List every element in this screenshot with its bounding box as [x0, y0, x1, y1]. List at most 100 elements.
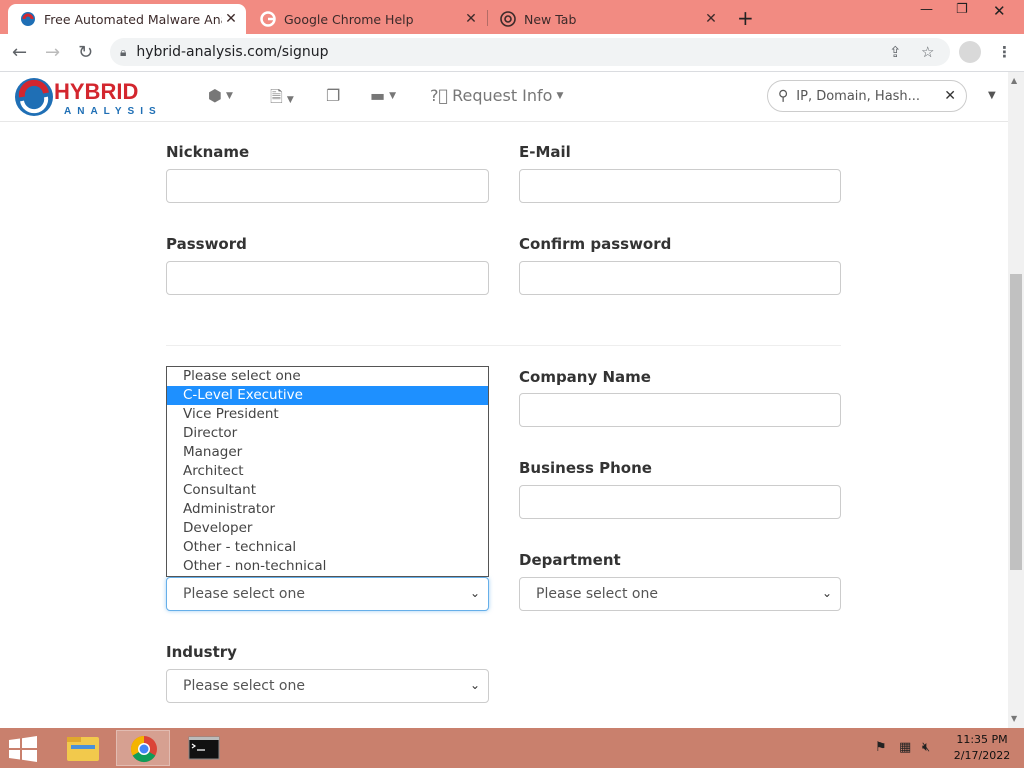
minimize-icon[interactable]: — — [920, 2, 933, 17]
tab-title: Google Chrome Help — [284, 11, 414, 27]
terminal-icon — [188, 736, 220, 760]
taskbar-file-explorer[interactable] — [56, 730, 110, 766]
chevron-down-icon: ⌄ — [469, 586, 480, 600]
lock-icon: 🔒︎ — [120, 44, 127, 59]
caret-down-icon: ▼ — [286, 94, 294, 105]
taskbar-chrome[interactable] — [116, 730, 170, 766]
nickname-label: Nickname — [166, 143, 250, 161]
copy-files-icon: ❐ — [326, 86, 341, 105]
logo-text-hybrid: HYBRID — [54, 79, 138, 104]
close-window-icon[interactable]: ✕ — [993, 2, 1006, 20]
hybrid-analysis-favicon-icon — [21, 12, 35, 26]
close-tab-icon[interactable]: ✕ — [222, 11, 240, 27]
chevron-down-icon: ⌄ — [469, 678, 480, 692]
volume-muted-icon[interactable]: 🔇︎ — [922, 740, 930, 755]
department-label: Department — [519, 551, 621, 569]
site-navbar: HYBRID ANALYSIS ⬢ ▼ 🗎︎ ▼ ❐ ▬ ▼ ?⃝ Request I… — [0, 72, 1008, 122]
reload-icon[interactable]: ↻ — [78, 42, 93, 63]
chrome-icon — [130, 735, 157, 763]
folder-icon — [67, 737, 99, 761]
email-input[interactable] — [519, 169, 841, 203]
close-tab-icon[interactable]: ✕ — [462, 11, 480, 27]
dropdown-option[interactable]: Consultant — [167, 481, 488, 500]
user-menu-caret-icon[interactable]: ▼ — [988, 90, 996, 101]
windows-taskbar: ⚑ ▦ 🔇︎ 11:35 PM 2/17/2022 — [0, 728, 1024, 768]
search-input[interactable]: IP, Domain, Hash... — [796, 89, 920, 104]
dropdown-option[interactable]: Manager — [167, 443, 488, 462]
folder-icon: ▬ — [370, 86, 386, 105]
dropdown-option-highlighted[interactable]: C-Level Executive — [167, 386, 488, 405]
site-search-box[interactable]: ⚲ IP, Domain, Hash... ✕ — [767, 80, 967, 112]
chevron-down-icon: ⌄ — [821, 586, 832, 600]
url-text: hybrid-analysis.com/signup — [136, 44, 329, 60]
caret-down-icon: ▼ — [389, 90, 397, 101]
password-label: Password — [166, 235, 247, 253]
password-input[interactable] — [166, 261, 489, 295]
industry-select[interactable]: Please select one ⌄ — [166, 669, 489, 703]
company-name-input[interactable] — [519, 393, 841, 427]
chrome-menu-icon[interactable]: ⋮ — [997, 43, 1012, 61]
business-phone-input[interactable] — [519, 485, 841, 519]
tab-title: Free Automated Malware Analysi — [44, 11, 222, 27]
search-icon: ⚲ — [778, 88, 789, 104]
job-title-dropdown-list: Please select one C-Level Executive Vice… — [166, 366, 489, 577]
industry-label: Industry — [166, 643, 237, 661]
logo-text-analysis: ANALYSIS — [64, 106, 162, 117]
nav-reports[interactable]: ❐ — [326, 86, 340, 105]
windows-start-icon[interactable] — [8, 736, 38, 762]
clock-time: 11:35 PM — [956, 733, 1008, 746]
scroll-up-arrow-icon[interactable]: ▲ — [1011, 76, 1017, 85]
dropdown-option[interactable]: Architect — [167, 462, 488, 481]
browser-toolbar: ← → ↻ 🔒︎ hybrid-analysis.com/signup ⇪ ☆ … — [0, 34, 1024, 72]
job-title-select-value: Please select one — [183, 586, 305, 602]
network-icon[interactable]: ▦ — [899, 740, 911, 755]
department-select[interactable]: Please select one ⌄ — [519, 577, 841, 611]
email-label: E-Mail — [519, 143, 571, 161]
clear-search-icon[interactable]: ✕ — [944, 88, 956, 104]
share-icon[interactable]: ⇪ — [889, 43, 902, 61]
nav-folder-dropdown[interactable]: ▬ ▼ — [370, 86, 396, 105]
job-title-select[interactable]: Please select one ⌄ — [166, 577, 489, 611]
question-circle-icon: ?⃝ — [430, 86, 449, 105]
nav-sandbox-dropdown[interactable]: ⬢ ▼ — [208, 86, 233, 105]
bookmark-star-icon[interactable]: ☆ — [921, 43, 934, 61]
dropdown-option[interactable]: Developer — [167, 519, 488, 538]
caret-down-icon: ▼ — [556, 90, 564, 101]
address-bar[interactable]: 🔒︎ hybrid-analysis.com/signup — [110, 38, 950, 66]
hybrid-analysis-logo[interactable]: HYBRID ANALYSIS — [14, 75, 184, 119]
scrollbar-thumb[interactable] — [1010, 274, 1022, 570]
business-phone-label: Business Phone — [519, 459, 652, 477]
close-tab-icon[interactable]: ✕ — [702, 11, 720, 27]
nav-file-dropdown[interactable]: 🗎︎ ▼ — [270, 86, 294, 113]
caret-down-icon: ▼ — [225, 90, 233, 101]
dropdown-option[interactable]: Vice President — [167, 405, 488, 424]
dropdown-option[interactable]: Director — [167, 424, 488, 443]
scroll-down-arrow-icon[interactable]: ▼ — [1011, 714, 1017, 723]
nav-request-info-dropdown[interactable]: ?⃝ Request Info ▼ — [430, 86, 563, 105]
dropdown-option[interactable]: Other - non-technical — [167, 557, 488, 576]
tab-title: New Tab — [524, 11, 577, 27]
restore-icon[interactable]: ❐ — [956, 2, 968, 17]
taskbar-command-prompt[interactable] — [177, 730, 231, 766]
browser-tab-strip: Free Automated Malware Analysi ✕ Google … — [0, 0, 1024, 34]
action-center-flag-icon[interactable]: ⚑ — [875, 740, 887, 755]
section-divider — [166, 345, 841, 346]
nickname-input[interactable] — [166, 169, 489, 203]
profile-avatar-icon[interactable] — [959, 41, 981, 63]
dropdown-option[interactable]: Administrator — [167, 500, 488, 519]
forward-arrow-icon[interactable]: → — [45, 42, 60, 63]
dropdown-option[interactable]: Please select one — [167, 367, 488, 386]
back-arrow-icon[interactable]: ← — [12, 42, 27, 63]
dropdown-option[interactable]: Other - technical — [167, 538, 488, 557]
file-upload-icon: 🗎︎ — [270, 87, 283, 106]
google-g-icon — [260, 11, 276, 27]
industry-select-value: Please select one — [183, 678, 305, 694]
tab-google-chrome-help[interactable]: Google Chrome Help ✕ — [248, 4, 486, 34]
confirm-password-input[interactable] — [519, 261, 841, 295]
clock-date: 2/17/2022 — [953, 749, 1011, 762]
cube-icon: ⬢ — [208, 86, 222, 105]
tab-new-tab[interactable]: New Tab ✕ — [488, 4, 726, 34]
tab-hybrid-analysis[interactable]: Free Automated Malware Analysi ✕ — [8, 4, 246, 34]
system-clock[interactable]: 11:35 PM 2/17/2022 — [950, 732, 1014, 764]
new-tab-plus-icon[interactable]: + — [737, 6, 754, 30]
